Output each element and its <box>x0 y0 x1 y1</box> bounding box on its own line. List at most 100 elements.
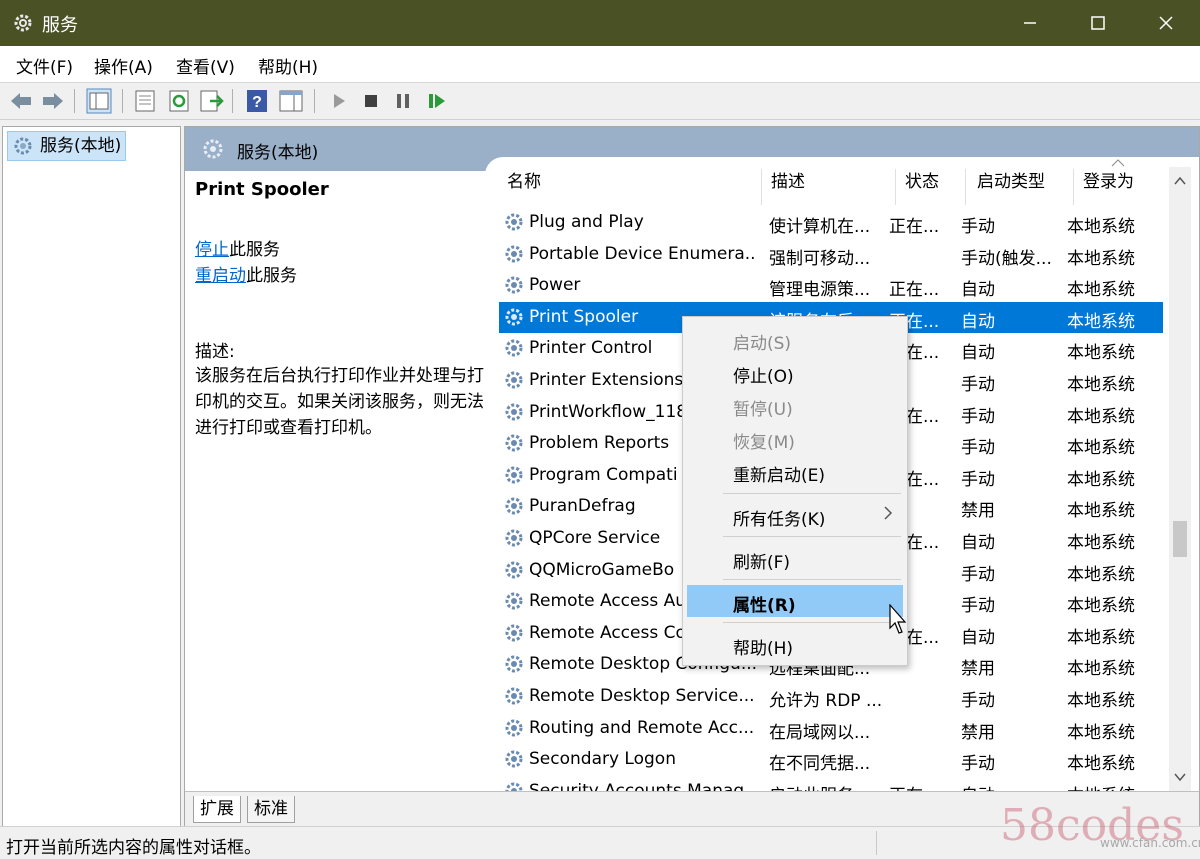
tab-extended[interactable]: 扩展 <box>193 796 241 823</box>
gear-icon <box>505 403 523 421</box>
back-arrow-icon[interactable] <box>8 88 34 114</box>
menu-help[interactable]: 帮助(H) <box>258 53 318 78</box>
table-row[interactable]: Remote Desktop Service... 允许为 RDP ... 手动 本地… <box>499 681 1163 712</box>
gear-icon <box>505 655 523 673</box>
menu-item-resume[interactable]: 恢复(M) <box>687 422 903 454</box>
service-startup-type: 自动 <box>961 311 995 332</box>
toolbar: ? <box>0 83 1200 120</box>
service-desc: 在局域网以... <box>769 722 871 743</box>
table-row[interactable]: Security Accounts Manag... 启动此服务...正在... 自… <box>499 776 1163 791</box>
menu-item-help[interactable]: 帮助(H) <box>687 628 903 660</box>
gear-icon <box>505 719 523 737</box>
menu-item-start[interactable]: 启动(S) <box>687 323 903 355</box>
status-text: 打开当前所选内容的属性对话框。 <box>6 838 261 858</box>
extended-panel: Print Spooler 停止此服务 重启动此服务 描述: 该服务在后台执行打… <box>185 171 485 791</box>
service-startup-type: 自动 <box>961 343 995 364</box>
tree-item-services-local[interactable]: 服务(本地) <box>7 131 127 161</box>
stop-service-icon[interactable] <box>358 88 384 114</box>
column-header-name[interactable]: 名称 <box>507 167 541 192</box>
vertical-scrollbar[interactable] <box>1169 167 1191 791</box>
gear-icon <box>505 624 523 642</box>
stop-service-line: 停止此服务 <box>195 235 280 260</box>
service-startup-type: 手动 <box>961 564 995 585</box>
service-startup-type: 手动 <box>961 217 995 237</box>
service-startup-type: 手动 <box>961 691 995 711</box>
column-header-logon-as[interactable]: 登录为 <box>1083 167 1134 192</box>
show-action-pane-icon[interactable] <box>278 88 304 114</box>
stop-service-link[interactable]: 停止 <box>195 240 229 260</box>
menu-file[interactable]: 文件(F) <box>16 53 73 78</box>
service-logon: 本地系统 <box>1067 375 1135 395</box>
gear-icon <box>14 137 32 155</box>
service-startup-type: 手动 <box>961 469 995 490</box>
service-startup-type: 自动 <box>961 627 995 648</box>
gear-icon <box>505 561 523 579</box>
menu-item-restart[interactable]: 重新启动(E) <box>687 455 903 487</box>
table-row[interactable]: Portable Device Enumera... 强制可移动... 手动(触发.… <box>499 239 1163 270</box>
restart-suffix: 此服务 <box>246 266 297 286</box>
properties-sheet-icon[interactable] <box>132 88 158 114</box>
menu-item-all-tasks[interactable]: 所有任务(K) <box>687 499 903 531</box>
service-logon: 本地系统 <box>1067 564 1135 585</box>
watermark-url: www.cfan.com.cn <box>1100 836 1200 850</box>
help-icon[interactable]: ? <box>244 88 270 114</box>
maximize-button[interactable] <box>1064 0 1132 46</box>
close-button[interactable] <box>1132 0 1200 46</box>
context-menu: 启动(S) 停止(O) 暂停(U) 恢复(M) 重新启动(E) 所有任务(K) … <box>682 316 908 666</box>
export-list-icon[interactable] <box>198 88 224 114</box>
refresh-icon[interactable] <box>166 88 192 114</box>
service-startup-type: 自动 <box>961 781 1053 791</box>
menu-item-pause[interactable]: 暂停(U) <box>687 389 903 421</box>
table-row[interactable]: Secondary Logon 在不同凭据... 手动 本地系统 <box>499 744 1163 775</box>
table-row[interactable]: Routing and Remote Acc... 在局域网以... 禁用 本地系统 <box>499 713 1163 744</box>
service-logon: 本地系统 <box>1067 501 1135 522</box>
tree-item-label: 服务(本地) <box>40 136 122 156</box>
service-status: 正在... <box>889 781 943 791</box>
restart-service-link[interactable]: 重启动 <box>195 266 246 286</box>
title-bar: 服务 <box>0 0 1200 46</box>
menu-item-properties[interactable]: 属性(R) <box>687 585 903 617</box>
pane-header-title: 服务(本地) <box>237 143 319 163</box>
service-status: 正在... <box>889 280 940 301</box>
gear-icon <box>505 371 523 389</box>
service-startup-type: 自动 <box>961 280 995 301</box>
close-icon <box>1159 16 1173 30</box>
service-logon: 本地系统 <box>1067 754 1135 775</box>
table-row[interactable]: Power 管理电源策... 正在... 自动 本地系统 <box>499 270 1163 301</box>
service-startup-type: 手动 <box>961 375 995 395</box>
table-row[interactable]: Plug and Play 使计算机在... 正在... 手动 本地系统 <box>499 207 1163 238</box>
scroll-down-icon[interactable] <box>1174 773 1186 781</box>
gear-icon <box>505 466 523 484</box>
menu-item-refresh[interactable]: 刷新(F) <box>687 542 903 574</box>
scroll-up-icon[interactable] <box>1174 177 1186 185</box>
forward-arrow-icon[interactable] <box>40 88 66 114</box>
service-desc: 管理电源策... <box>769 280 871 301</box>
menu-item-stop[interactable]: 停止(O) <box>687 356 903 388</box>
column-header-status[interactable]: 状态 <box>905 167 939 192</box>
restart-service-icon[interactable] <box>424 88 450 114</box>
show-hide-console-tree-icon[interactable] <box>86 88 112 114</box>
tab-standard[interactable]: 标准 <box>247 796 295 823</box>
minimize-button[interactable] <box>996 0 1064 46</box>
menu-view[interactable]: 查看(V) <box>176 53 235 78</box>
start-service-icon[interactable] <box>326 88 352 114</box>
gear-icon <box>14 14 32 32</box>
gear-icon <box>203 139 223 159</box>
service-logon: 本地系统 <box>1067 659 1135 680</box>
gear-icon <box>505 276 523 294</box>
pause-service-icon[interactable] <box>390 88 416 114</box>
service-desc: 启动此服务... <box>769 781 887 791</box>
svg-text:?: ? <box>252 94 262 111</box>
service-name: Plug and Play <box>529 212 644 232</box>
service-logon: 本地系统 <box>1067 533 1135 553</box>
gear-icon <box>505 434 523 452</box>
column-header-startup-type[interactable]: 启动类型 <box>977 167 1045 192</box>
minimize-icon <box>1024 22 1036 24</box>
service-startup-type: 禁用 <box>961 722 995 743</box>
service-name: Power <box>529 275 581 296</box>
column-header-description[interactable]: 描述 <box>771 167 805 192</box>
scroll-thumb[interactable] <box>1173 521 1187 557</box>
gear-icon <box>505 497 523 515</box>
menu-action[interactable]: 操作(A) <box>94 53 153 78</box>
service-logon: 本地系统 <box>1067 722 1135 743</box>
